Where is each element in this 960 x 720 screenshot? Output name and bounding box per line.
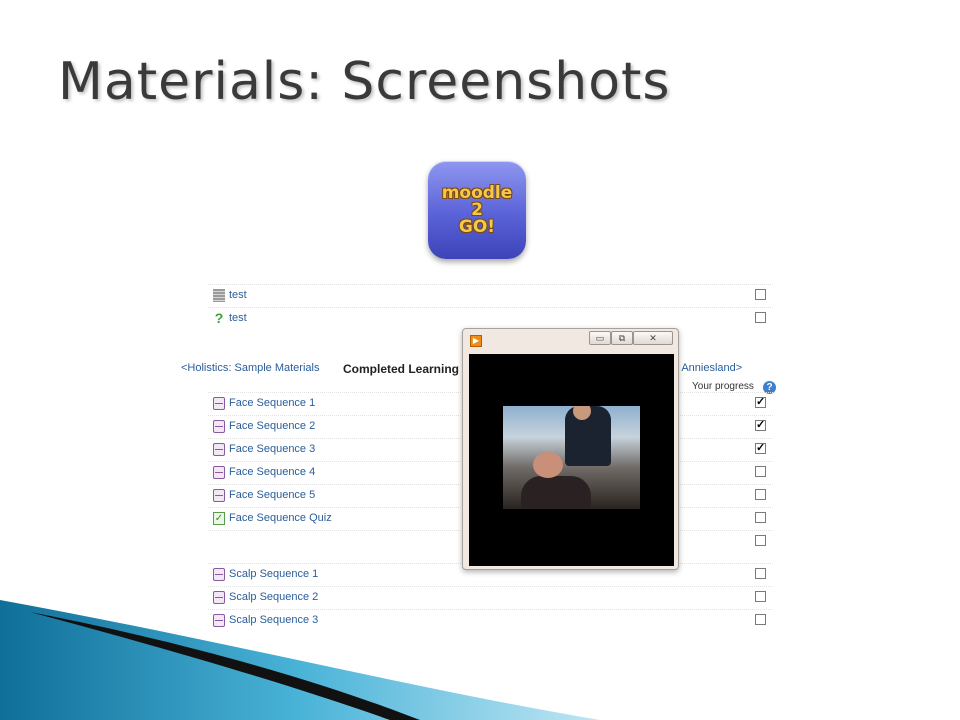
completion-checkbox[interactable] (755, 568, 766, 579)
section-title: Completed Learning (343, 362, 460, 376)
progress-label: Your progress (692, 381, 754, 392)
logo-text: moodle 2 GO! (441, 182, 513, 237)
video-player-window[interactable]: ▶ ▭ ⧉ ✕ (462, 328, 679, 570)
list-item-label[interactable]: Face Sequence 5 (229, 489, 315, 501)
list-item-label[interactable]: Face Sequence Quiz (229, 512, 332, 524)
minimize-button[interactable]: ▭ (589, 331, 611, 345)
completion-checkbox[interactable]: ✓ (755, 443, 766, 454)
completion-checkbox[interactable] (755, 535, 766, 546)
decorative-swoosh (0, 600, 600, 720)
play-icon: ▶ (470, 335, 482, 347)
list-item-label[interactable]: Scalp Sequence 1 (229, 568, 318, 580)
list-item-label[interactable]: Face Sequence 3 (229, 443, 315, 455)
list-item-label[interactable]: test (229, 312, 247, 324)
completion-checkbox[interactable] (755, 489, 766, 500)
prev-section-link[interactable]: <Holistics: Sample Materials (181, 362, 319, 374)
video-icon (213, 420, 225, 433)
client-body (521, 476, 591, 509)
video-icon (213, 568, 225, 581)
list-item-label[interactable]: Face Sequence 2 (229, 420, 315, 432)
close-button[interactable]: ✕ (633, 331, 673, 345)
list-item-label[interactable]: test (229, 289, 247, 301)
list-item[interactable]: test (208, 284, 773, 308)
restore-button[interactable]: ⧉ (611, 331, 633, 345)
quiz-icon: ✓ (213, 512, 225, 525)
page-icon (213, 289, 225, 302)
moodle-2-go-logo: moodle 2 GO! (428, 161, 526, 259)
completion-checkbox[interactable]: ✓ (755, 420, 766, 431)
completion-checkbox[interactable]: ✓ (755, 397, 766, 408)
video-icon (213, 443, 225, 456)
video-icon (213, 397, 225, 410)
list-item-label[interactable]: Face Sequence 4 (229, 466, 315, 478)
client-head (533, 452, 563, 478)
completion-checkbox[interactable] (755, 289, 766, 300)
completion-checkbox[interactable] (755, 466, 766, 477)
completion-checkbox[interactable] (755, 312, 766, 323)
list-item-label[interactable]: Face Sequence 1 (229, 397, 315, 409)
video-icon (213, 466, 225, 479)
video-icon (213, 489, 225, 502)
question-icon: ? (214, 310, 224, 326)
slide-title: Materials: Screenshots (58, 52, 671, 112)
completion-checkbox[interactable] (755, 512, 766, 523)
video-frame[interactable] (503, 406, 640, 509)
video-screen[interactable] (469, 354, 674, 566)
